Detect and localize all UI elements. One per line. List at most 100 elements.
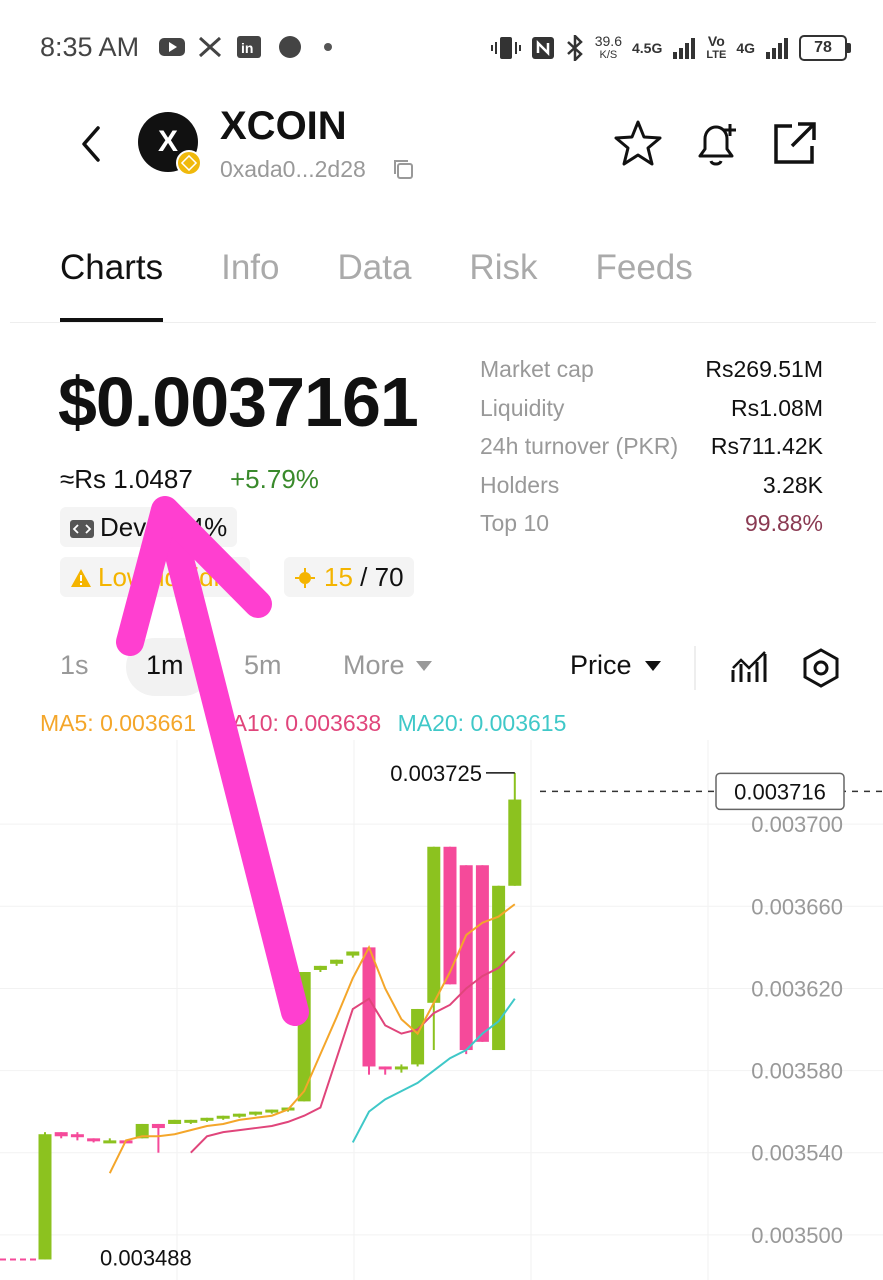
- ma5-label: MA5: 0.003661: [40, 710, 197, 736]
- signal-2-label: 4G: [736, 40, 755, 56]
- tab-divider: [10, 322, 876, 323]
- chat-icon: [279, 36, 301, 58]
- stat-label-top10: Top 10: [480, 510, 550, 536]
- interval-1m[interactable]: 1m: [146, 650, 184, 681]
- stat-value-top10: 99.88%: [744, 510, 823, 536]
- status-time: 8:35 AM: [40, 32, 140, 62]
- stat-value-turnover: Rs711.42K: [710, 433, 823, 459]
- tab-info[interactable]: Info: [221, 248, 279, 288]
- linkedin-icon: in: [237, 36, 261, 58]
- stat-label-turnover: 24h turnover (PKR): [480, 433, 679, 459]
- status-right: 39.6 K/S 4.5G Vo LTE 4G 78: [490, 30, 851, 66]
- signal-1-label: 4.5G: [631, 40, 663, 56]
- candle-body: [200, 1117, 214, 1121]
- candle-body: [232, 1113, 246, 1117]
- network-speed: 39.6 K/S: [594, 33, 622, 61]
- audit-score-value: 15: [324, 562, 353, 592]
- candle-body: [411, 1008, 425, 1065]
- tab-data[interactable]: Data: [337, 248, 411, 288]
- share-external-button[interactable]: [768, 118, 820, 170]
- candle-body: [70, 1134, 84, 1138]
- candle-body: [184, 1119, 198, 1123]
- candle-body: [459, 865, 473, 1051]
- candle-body: [475, 865, 489, 1042]
- candlestick-chart[interactable]: 0.003700 0.003660 0.003620 0.003580 0.003540…: [0, 740, 883, 1280]
- chevron-down-icon: [416, 661, 433, 671]
- price-mode-label: Price: [570, 650, 632, 680]
- candle-body: [394, 1066, 408, 1070]
- target-icon: [295, 568, 315, 588]
- candle-body: [313, 965, 327, 970]
- candle-body: [54, 1132, 68, 1137]
- y-tick-label: 0.003500: [751, 1223, 843, 1248]
- indicators-icon[interactable]: [730, 648, 768, 686]
- nfc-icon: [531, 37, 554, 59]
- candle-body: [168, 1119, 182, 1124]
- candle-body: [151, 1123, 165, 1129]
- chart-settings-icon[interactable]: [802, 648, 840, 688]
- interval-1s[interactable]: 1s: [60, 650, 89, 681]
- battery-indicator: 78: [799, 35, 851, 61]
- notification-dot-icon: [324, 43, 332, 51]
- candle-body: [265, 1109, 279, 1113]
- y-tick-label: 0.003580: [751, 1059, 843, 1084]
- copy-icon[interactable]: [392, 158, 414, 180]
- y-tick-label: 0.003620: [751, 976, 843, 1001]
- candle-body: [508, 799, 522, 886]
- y-tick-label: 0.003660: [751, 894, 843, 919]
- y-tick-label: 0.003540: [751, 1141, 843, 1166]
- back-button[interactable]: [76, 122, 106, 166]
- candle-body: [427, 846, 441, 1003]
- svg-text:in: in: [241, 40, 253, 56]
- moving-average-legend: MA5: 0.003661 MA10: 0.003638 MA20: 0.003…: [40, 710, 566, 737]
- audit-score-chip[interactable]: 15 / 70: [284, 557, 414, 597]
- youtube-icon: [159, 38, 185, 56]
- dev-holding-chip[interactable]: Dev 2.44%: [60, 507, 238, 547]
- low-price-label: 0.003488: [100, 1245, 192, 1270]
- x-app-icon: [198, 36, 222, 58]
- dev-holding-text: Dev 2.44%: [100, 512, 228, 542]
- price-change: +5.79%: [230, 464, 319, 494]
- low-liquidity-text: Low liquidity: [98, 562, 240, 592]
- token-name: XCOIN: [220, 104, 347, 148]
- candle-body: [38, 1134, 52, 1260]
- interval-more[interactable]: More: [343, 650, 433, 681]
- warning-icon: [71, 569, 91, 587]
- candle-body: [378, 1066, 392, 1070]
- current-price-label: 0.003716: [734, 779, 826, 804]
- chain-badge-icon: [176, 150, 202, 176]
- price-usd: $0.0037161: [58, 363, 419, 441]
- low-liquidity-chip[interactable]: Low liquidity: [60, 557, 250, 597]
- price-mode-selector[interactable]: Price: [570, 650, 662, 681]
- stat-value-liquidity: Rs1.08M: [730, 395, 823, 421]
- code-icon: [70, 520, 94, 538]
- stat-label-market-cap: Market cap: [480, 356, 594, 382]
- signal-bars-2-icon: [766, 38, 788, 59]
- token-address: 0xada0...2d28: [220, 156, 366, 182]
- stat-label-holders: Holders: [480, 472, 560, 498]
- tab-charts[interactable]: Charts: [60, 248, 164, 322]
- candle-body: [346, 951, 360, 956]
- price-pkr: ≈Rs 1.0487: [60, 464, 193, 494]
- tab-risk[interactable]: Risk: [469, 248, 537, 288]
- interval-5m[interactable]: 5m: [244, 650, 282, 681]
- stat-value-market-cap: Rs269.51M: [705, 356, 823, 382]
- stat-value-holders: 3.28K: [762, 472, 823, 498]
- candle-body: [103, 1140, 117, 1144]
- ma20-label: MA20: 0.003615: [397, 710, 567, 736]
- candle-body: [330, 959, 344, 964]
- vibrate-icon: [490, 37, 521, 59]
- tab-bar: Charts Info Data Risk Feeds: [60, 248, 693, 322]
- interval-more-label: More: [343, 650, 405, 680]
- volte-badge: Vo LTE: [706, 33, 727, 61]
- audit-score-total: / 70: [360, 562, 404, 592]
- signal-bars-icon: [673, 38, 696, 59]
- bluetooth-icon: [566, 35, 583, 61]
- stat-label-liquidity: Liquidity: [480, 395, 565, 421]
- price-alert-bell-button[interactable]: [690, 118, 742, 170]
- candle-body: [249, 1111, 263, 1115]
- toolbar-divider: [694, 646, 696, 690]
- tab-feeds[interactable]: Feeds: [595, 248, 692, 288]
- caret-down-icon: [645, 661, 662, 671]
- favorite-star-button[interactable]: [612, 118, 664, 170]
